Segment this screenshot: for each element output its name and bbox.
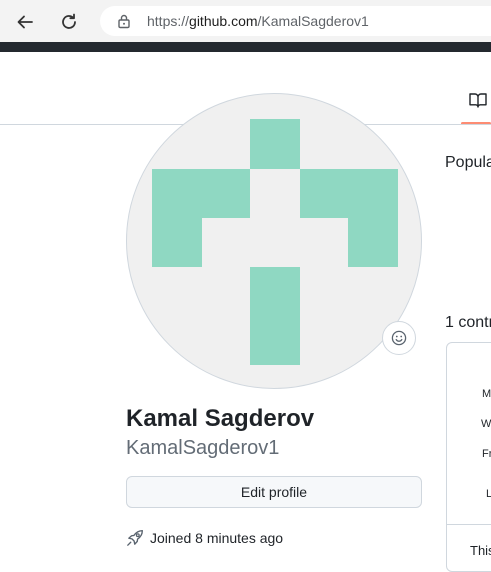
- day-label-wed: W: [481, 418, 491, 430]
- reload-icon: [62, 13, 76, 29]
- repo-book-icon[interactable]: [469, 92, 487, 108]
- popular-repos-heading: Popula: [445, 154, 491, 171]
- identicon-image: [152, 119, 398, 365]
- rocket-icon: [127, 530, 143, 546]
- identicon-block: [348, 218, 398, 267]
- joined-info: Joined 8 minutes ago: [126, 528, 283, 548]
- back-arrow-icon: [17, 15, 33, 29]
- identicon-block: [152, 169, 250, 218]
- contribution-footer-divider: [446, 524, 491, 525]
- reload-button[interactable]: [55, 8, 83, 36]
- profile-username: KamalSagderov1: [126, 437, 280, 459]
- day-label-fri: Fr: [482, 448, 491, 460]
- legend-label[interactable]: L: [486, 488, 491, 500]
- url-path: /KamalSagderov1: [257, 13, 369, 29]
- url-prefix: https://: [147, 13, 190, 29]
- browser-toolbar: https://github.com/KamalSagderov1: [0, 0, 491, 42]
- joined-text: Joined 8 minutes ago: [150, 530, 284, 546]
- contributions-heading: 1 contr: [445, 314, 491, 331]
- set-status-button[interactable]: [382, 321, 416, 355]
- url-text[interactable]: https://github.com/KamalSagderov1: [147, 13, 369, 29]
- avatar[interactable]: [126, 93, 422, 389]
- contribution-footer-text: This: [470, 543, 491, 558]
- address-bar[interactable]: https://github.com/KamalSagderov1: [100, 6, 491, 36]
- identicon-block: [152, 218, 202, 267]
- smiley-icon: [391, 330, 407, 346]
- identicon-block: [250, 267, 300, 365]
- github-header-strip: [0, 42, 491, 52]
- profile-full-name: Kamal Sagderov: [126, 405, 315, 432]
- edit-profile-button[interactable]: Edit profile: [126, 476, 422, 508]
- identicon-block: [300, 169, 398, 218]
- site-info-icon[interactable]: [116, 13, 132, 29]
- day-label-mon: M: [482, 388, 491, 400]
- identicon-block: [250, 119, 300, 169]
- url-host: github.com: [189, 13, 258, 29]
- back-button[interactable]: [11, 8, 39, 36]
